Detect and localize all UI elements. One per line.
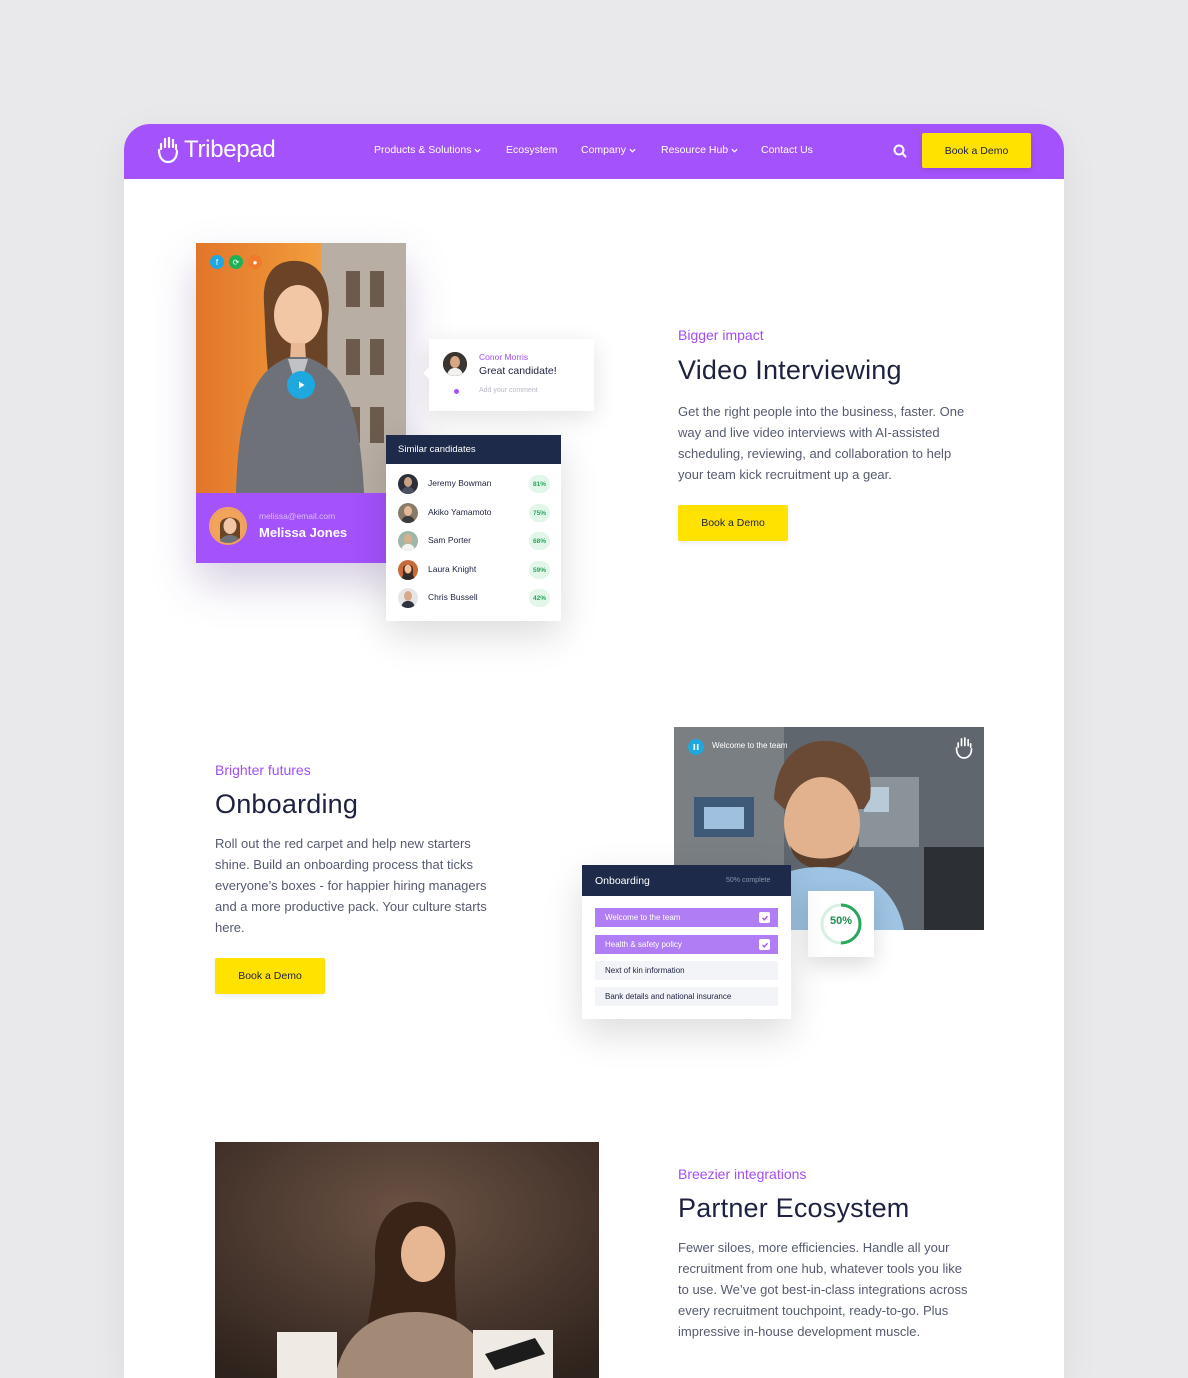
similar-candidates-title: Similar candidates bbox=[386, 435, 561, 464]
partner-description: Fewer siloes, more efficiencies. Handle … bbox=[678, 1240, 968, 1339]
partner-title: Partner Ecosystem bbox=[678, 1193, 910, 1223]
chevron-down-icon bbox=[731, 148, 738, 153]
comment-pointer bbox=[423, 367, 429, 379]
progress-card: 50% bbox=[808, 891, 874, 957]
avatar bbox=[398, 588, 418, 608]
partner-eyebrow: Breezier integrations bbox=[678, 1166, 807, 1182]
list-item[interactable]: Akiko Yamamoto 75% bbox=[386, 499, 561, 527]
avatar bbox=[398, 474, 418, 494]
match-badge: 42% bbox=[529, 589, 550, 607]
list-item[interactable]: Chris Bussell 42% bbox=[386, 584, 561, 612]
logo-text: Tribepad bbox=[184, 136, 276, 163]
onboarding-checklist-card: Onboarding 50% complete Welcome to the t… bbox=[582, 865, 791, 1019]
nav-item-company[interactable]: Company bbox=[581, 144, 636, 156]
book-demo-button[interactable]: Book a Demo bbox=[215, 958, 325, 994]
video-eyebrow: Bigger impact bbox=[678, 327, 764, 343]
candidate-photo bbox=[196, 243, 406, 493]
book-demo-nav-button[interactable]: Book a Demo bbox=[922, 133, 1031, 168]
similar-candidates-card: Similar candidates Jeremy Bowman 81% Aki… bbox=[386, 435, 561, 621]
page-frame: Tribepad Products & Solutions Ecosystem … bbox=[124, 124, 1064, 1378]
nav-item-label: Ecosystem bbox=[506, 144, 558, 156]
nav-item-label: Resource Hub bbox=[661, 144, 729, 156]
chevron-down-icon bbox=[629, 148, 636, 153]
avatar bbox=[209, 507, 247, 545]
checklist-header: Onboarding 50% complete bbox=[582, 865, 791, 896]
checklist-item-label: Welcome to the team bbox=[605, 913, 681, 922]
checklist-item-label: Health & safety policy bbox=[605, 940, 682, 949]
pause-button[interactable] bbox=[688, 739, 704, 755]
checklist-title: Onboarding bbox=[595, 875, 650, 887]
nav-item-products[interactable]: Products & Solutions bbox=[374, 144, 481, 156]
candidate-name: Jeremy Bowman bbox=[428, 478, 492, 488]
checkbox[interactable] bbox=[759, 939, 770, 950]
candidate-name: Melissa Jones bbox=[259, 525, 348, 540]
candidate-name: Sam Porter bbox=[428, 535, 471, 545]
checklist-item-label: Bank details and national insurance bbox=[605, 992, 732, 1001]
candidate-email: melissa@email.com bbox=[259, 511, 336, 521]
list-item[interactable]: Sam Porter 68% bbox=[386, 527, 561, 555]
checklist-item[interactable]: Bank details and national insurance bbox=[595, 987, 778, 1006]
checklist-item[interactable]: Health & safety policy bbox=[595, 935, 778, 954]
match-badge: 68% bbox=[529, 532, 550, 550]
record-icon[interactable]: ● bbox=[248, 255, 262, 269]
candidate-video[interactable]: f ⟳ ● bbox=[196, 243, 406, 493]
play-icon bbox=[299, 381, 305, 389]
onboarding-eyebrow: Brighter futures bbox=[215, 762, 311, 778]
comment-text: Great candidate! bbox=[479, 365, 557, 377]
checklist-item-label: Next of kin information bbox=[605, 966, 685, 975]
nav-item-ecosystem[interactable]: Ecosystem bbox=[506, 144, 557, 156]
match-badge: 81% bbox=[529, 475, 550, 493]
video-title: Video Interviewing bbox=[678, 355, 902, 385]
onboarding-description: Roll out the red carpet and help new sta… bbox=[215, 836, 487, 935]
pause-icon bbox=[693, 744, 699, 750]
logo[interactable]: Tribepad bbox=[156, 135, 276, 165]
candidate-name: Akiko Yamamoto bbox=[428, 507, 492, 517]
nav-item-contact[interactable]: Contact Us bbox=[761, 144, 813, 156]
hand-logo-icon bbox=[955, 737, 973, 759]
typing-indicator bbox=[454, 389, 459, 394]
list-item[interactable]: Laura Knight 59% bbox=[386, 556, 561, 584]
nav-item-resource-hub[interactable]: Resource Hub bbox=[661, 144, 738, 156]
candidate-name: Chris Bussell bbox=[428, 592, 478, 602]
comment-input[interactable]: Add your comment bbox=[479, 387, 538, 394]
nav-item-label: Company bbox=[581, 144, 626, 156]
avatar bbox=[443, 352, 467, 376]
checklist-status: 50% complete bbox=[726, 877, 771, 884]
nav-item-label: Products & Solutions bbox=[374, 144, 472, 156]
search-icon[interactable] bbox=[892, 143, 908, 159]
check-icon bbox=[761, 915, 768, 921]
avatar bbox=[398, 503, 418, 523]
facebook-icon[interactable]: f bbox=[210, 255, 224, 269]
checklist-item[interactable]: Next of kin information bbox=[595, 961, 778, 980]
checklist-item[interactable]: Welcome to the team bbox=[595, 908, 778, 927]
check-icon bbox=[761, 942, 768, 948]
book-demo-button[interactable]: Book a Demo bbox=[678, 505, 788, 541]
partner-photo bbox=[215, 1142, 599, 1378]
comment-card: Conor Morris Great candidate! Add your c… bbox=[423, 339, 594, 411]
nav-item-label: Contact Us bbox=[761, 144, 813, 156]
chevron-down-icon bbox=[474, 148, 481, 153]
onboarding-title: Onboarding bbox=[215, 789, 359, 819]
hand-logo-icon bbox=[157, 136, 179, 164]
video-description: Get the right people into the business, … bbox=[678, 404, 965, 482]
play-button[interactable] bbox=[287, 371, 315, 399]
match-badge: 75% bbox=[529, 504, 550, 522]
progress-label: 50% bbox=[829, 915, 853, 927]
avatar bbox=[398, 560, 418, 580]
checkbox[interactable] bbox=[759, 912, 770, 923]
top-nav: Tribepad Products & Solutions Ecosystem … bbox=[124, 124, 1064, 179]
video-title: Welcome to the team bbox=[712, 741, 788, 750]
avatar bbox=[398, 531, 418, 551]
list-item[interactable]: Jeremy Bowman 81% bbox=[386, 470, 561, 498]
match-badge: 59% bbox=[529, 561, 550, 579]
refresh-icon[interactable]: ⟳ bbox=[229, 255, 243, 269]
candidate-name: Laura Knight bbox=[428, 564, 477, 574]
video-interview-card: f ⟳ ● melissa@email.com Melissa Jones bbox=[196, 243, 406, 563]
comment-author: Conor Morris bbox=[479, 352, 529, 362]
